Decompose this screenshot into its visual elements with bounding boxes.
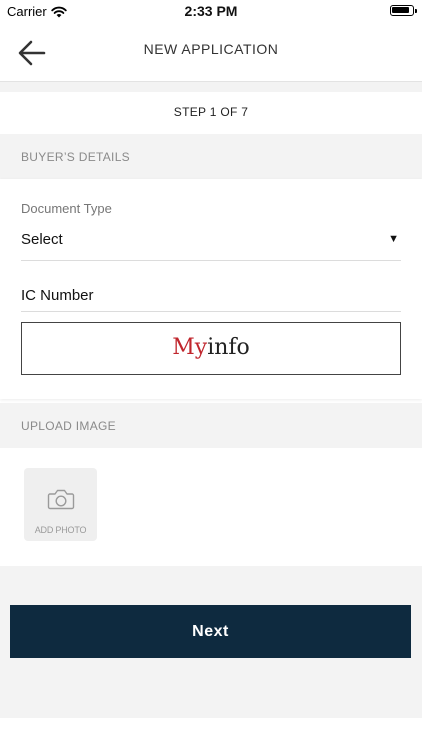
section-header-label: BUYER’S DETAILS [21, 150, 130, 164]
status-time: 2:33 PM [184, 3, 238, 19]
document-type-label: Document Type [21, 201, 112, 216]
section-header-buyer: BUYER’S DETAILS [0, 134, 422, 179]
step-indicator: STEP 1 OF 7 [0, 92, 422, 134]
document-type-select[interactable]: Select ▼ [21, 227, 401, 261]
myinfo-button[interactable]: Myinfo [21, 322, 401, 375]
camera-icon [47, 489, 75, 510]
add-photo-label: ADD PHOTO [34, 525, 87, 535]
footer: Next [0, 566, 422, 718]
next-button[interactable]: Next [10, 605, 411, 658]
upload-image-panel: ADD PHOTO [0, 448, 422, 566]
buyer-details-panel: Document Type Select ▼ Myinfo [0, 179, 422, 399]
step-text: STEP 1 OF 7 [173, 105, 249, 119]
ic-number-field [21, 283, 401, 312]
section-header-label: UPLOAD IMAGE [21, 419, 116, 433]
myinfo-logo: Myinfo [172, 335, 250, 360]
myinfo-logo-part2: info [207, 335, 250, 360]
dropdown-arrow-icon: ▼ [388, 233, 399, 245]
ic-number-input[interactable] [21, 283, 401, 304]
myinfo-logo-part1: My [172, 335, 208, 360]
document-type-value: Select [21, 231, 63, 248]
battery-icon [390, 5, 417, 16]
section-header-upload: UPLOAD IMAGE [0, 403, 422, 448]
status-bar: Carrier 2:33 PM [0, 0, 422, 22]
page-title: NEW APPLICATION [143, 41, 279, 57]
divider [0, 82, 422, 92]
nav-bar: NEW APPLICATION [0, 22, 422, 82]
add-photo-button[interactable]: ADD PHOTO [24, 468, 97, 541]
